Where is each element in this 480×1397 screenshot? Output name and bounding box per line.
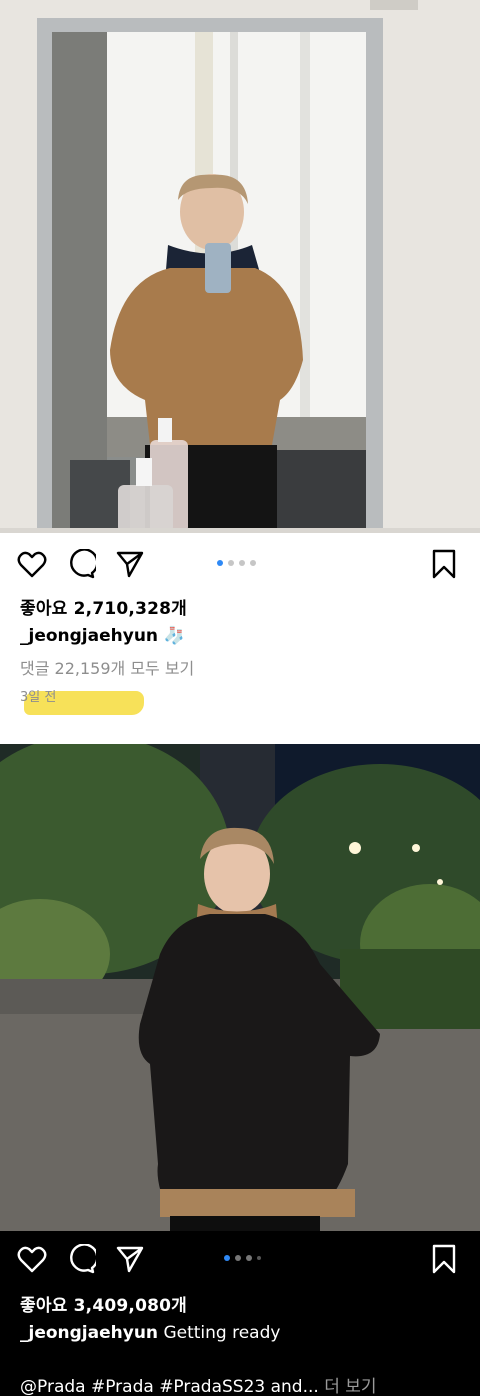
carousel-dot bbox=[239, 560, 245, 566]
share-icon[interactable] bbox=[114, 1243, 146, 1275]
share-icon[interactable] bbox=[114, 548, 146, 580]
username-link[interactable]: _jeongjaehyun bbox=[20, 1323, 158, 1343]
username-link[interactable]: _jeongjaehyun bbox=[20, 626, 158, 646]
post-2-photo[interactable] bbox=[0, 744, 480, 1231]
carousel-dot bbox=[224, 1255, 230, 1261]
post-1-view-comments[interactable]: 댓글 22,159개 모두 보기 bbox=[20, 655, 194, 679]
bookmark-icon[interactable] bbox=[428, 548, 460, 580]
post-1-photo[interactable] bbox=[0, 0, 480, 533]
more-link[interactable]: 더 보기 bbox=[324, 1377, 376, 1397]
comment-icon[interactable] bbox=[65, 1243, 97, 1275]
night-park-image bbox=[0, 744, 480, 1231]
comment-icon[interactable] bbox=[65, 548, 97, 580]
hashtag-text[interactable]: @Prada #Prada #PradaSS23 and... bbox=[20, 1377, 319, 1397]
heart-icon[interactable] bbox=[16, 548, 48, 580]
post-1-caption: _jeongjaehyun 🧦 bbox=[20, 626, 185, 646]
carousel-dot bbox=[228, 560, 234, 566]
bookmark-icon[interactable] bbox=[428, 1243, 460, 1275]
caption-emoji: 🧦 bbox=[163, 626, 185, 646]
post-2-caption: _jeongjaehyun Getting ready bbox=[20, 1323, 280, 1343]
post-1-likes[interactable]: 좋아요 2,710,328개 bbox=[20, 594, 187, 619]
carousel-indicator bbox=[217, 560, 256, 566]
mirror-selfie-image bbox=[0, 0, 480, 533]
carousel-dot bbox=[250, 560, 256, 566]
post-2-likes[interactable]: 좋아요 3,409,080개 bbox=[20, 1291, 187, 1316]
carousel-dot bbox=[217, 560, 223, 566]
post-2-footer: 좋아요 3,409,080개 _jeongjaehyun Getting rea… bbox=[0, 1231, 480, 1397]
post-2-hashtags: @Prada #Prada #PradaSS23 and... 더 보기 bbox=[20, 1372, 377, 1397]
heart-icon[interactable] bbox=[16, 1243, 48, 1275]
carousel-indicator bbox=[224, 1255, 261, 1261]
caption-text: Getting ready bbox=[163, 1323, 281, 1343]
carousel-dot bbox=[257, 1256, 261, 1260]
post-2-action-bar bbox=[0, 1231, 480, 1287]
post-1-action-bar bbox=[0, 536, 480, 592]
carousel-dot bbox=[235, 1255, 241, 1261]
post-1-timestamp: 3일 전 bbox=[20, 690, 57, 705]
carousel-dot bbox=[246, 1255, 252, 1261]
